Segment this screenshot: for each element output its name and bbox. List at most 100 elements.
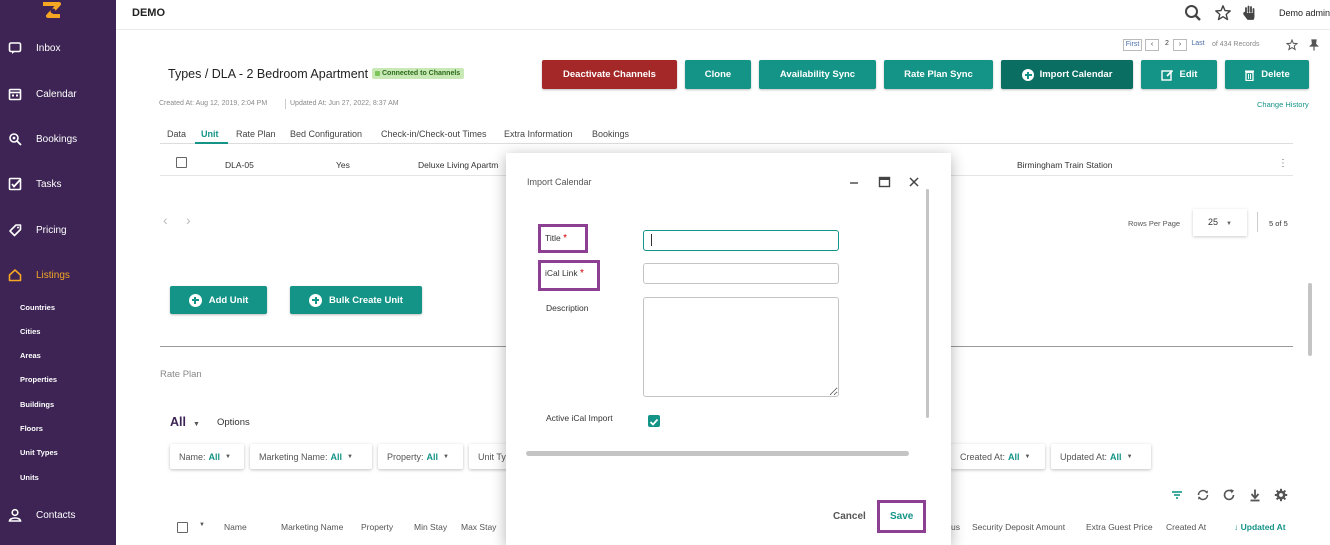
sidebar-sub-units[interactable]: Units bbox=[20, 473, 39, 482]
filter-icon[interactable] bbox=[1170, 488, 1184, 502]
unit-flag: Yes bbox=[336, 160, 350, 170]
cancel-button[interactable]: Cancel bbox=[833, 511, 866, 522]
sidebar: Inbox Calendar Bookings Tasks Pricing Li… bbox=[0, 0, 116, 545]
sidebar-item-tasks[interactable]: Tasks bbox=[0, 173, 116, 195]
sidebar-item-calendar[interactable]: Calendar bbox=[0, 83, 116, 105]
pager-first[interactable]: First bbox=[1123, 39, 1142, 51]
settings-gear-icon[interactable] bbox=[1274, 488, 1288, 502]
active-ical-import-checkbox[interactable] bbox=[648, 415, 660, 427]
column-header-min-stay[interactable]: Min Stay bbox=[414, 522, 447, 532]
tab-bookings[interactable]: Bookings bbox=[592, 129, 629, 139]
sidebar-item-inbox[interactable]: Inbox bbox=[0, 37, 116, 59]
description-textarea[interactable] bbox=[643, 297, 839, 397]
hand-icon[interactable] bbox=[1241, 4, 1259, 22]
save-button[interactable]: Save bbox=[890, 511, 913, 522]
active-tab-underline bbox=[195, 142, 228, 144]
button-label: Add Unit bbox=[208, 294, 249, 306]
pin-icon[interactable] bbox=[1309, 39, 1319, 51]
star-icon[interactable] bbox=[1214, 4, 1232, 22]
options-button[interactable]: Options bbox=[217, 417, 250, 428]
tab-check-in-out-times[interactable]: Check-in/Check-out Times bbox=[381, 129, 487, 139]
tab-bed-configuration[interactable]: Bed Configuration bbox=[290, 129, 362, 139]
clone-button[interactable]: Clone bbox=[685, 60, 751, 89]
availability-sync-button[interactable]: Availability Sync bbox=[759, 60, 876, 89]
tab-unit[interactable]: Unit bbox=[201, 129, 219, 139]
pager-last[interactable]: Last bbox=[1189, 39, 1207, 51]
favorite-star-icon[interactable] bbox=[1286, 39, 1298, 51]
caret-down-icon: ▼ bbox=[443, 453, 449, 460]
column-header-created-at[interactable]: Created At bbox=[1166, 522, 1206, 532]
row-more-icon[interactable]: ⋮ bbox=[1278, 158, 1288, 169]
bulk-create-unit-button[interactable]: Bulk Create Unit bbox=[290, 286, 422, 314]
button-label: Delete bbox=[1261, 69, 1290, 80]
search-icon[interactable] bbox=[1184, 4, 1202, 22]
checkmark-icon bbox=[649, 418, 659, 426]
list-prev-icon[interactable]: ‹ bbox=[163, 212, 168, 228]
sidebar-sub-cities[interactable]: Cities bbox=[20, 327, 40, 336]
pager-page: 2 bbox=[1162, 39, 1172, 51]
sidebar-sub-areas[interactable]: Areas bbox=[20, 351, 41, 360]
column-header-marketing-name[interactable]: Marketing Name bbox=[281, 522, 343, 532]
row-checkbox[interactable] bbox=[176, 157, 187, 168]
tab-data[interactable]: Data bbox=[167, 129, 186, 139]
minimize-icon[interactable] bbox=[848, 176, 860, 188]
edit-button[interactable]: Edit bbox=[1141, 60, 1217, 89]
ical-link-input[interactable] bbox=[643, 263, 839, 284]
dialog-horizontal-scrollbar[interactable] bbox=[526, 451, 909, 456]
delete-button[interactable]: Delete bbox=[1225, 60, 1309, 89]
view-all-select[interactable]: All ▼ bbox=[170, 415, 200, 429]
filter-name[interactable]: Name: All ▼ bbox=[170, 444, 244, 469]
sidebar-sub-properties[interactable]: Properties bbox=[20, 375, 57, 384]
rate-plan-sync-button[interactable]: Rate Plan Sync bbox=[884, 60, 993, 89]
sidebar-item-label: Pricing bbox=[36, 224, 67, 236]
list-next-icon[interactable]: › bbox=[186, 212, 191, 228]
sidebar-item-contacts[interactable]: Contacts bbox=[0, 504, 116, 526]
filter-marketing-name[interactable]: Marketing Name: All ▼ bbox=[250, 444, 372, 469]
created-at-text: Created At: Aug 12, 2019, 2:04 PM bbox=[159, 100, 268, 107]
column-header-security-deposit[interactable]: Security Deposit Amount bbox=[972, 522, 1065, 532]
change-history-link[interactable]: Change History bbox=[1257, 100, 1309, 109]
rows-per-page-select[interactable]: 25 ▼ bbox=[1193, 209, 1247, 236]
tab-rate-plan[interactable]: Rate Plan bbox=[236, 129, 276, 139]
column-header-updated-at[interactable]: ↓ Updated At bbox=[1234, 522, 1286, 532]
add-unit-button[interactable]: Add Unit bbox=[170, 286, 267, 314]
deactivate-channels-button[interactable]: Deactivate Channels bbox=[542, 60, 677, 89]
select-all-checkbox[interactable] bbox=[177, 522, 188, 533]
pager-prev-icon[interactable]: ‹ bbox=[1145, 39, 1159, 51]
tab-extra-information[interactable]: Extra Information bbox=[504, 129, 573, 139]
user-menu[interactable]: Demo admin bbox=[1279, 8, 1330, 18]
column-header-extra-guest-price[interactable]: Extra Guest Price bbox=[1086, 522, 1153, 532]
sidebar-sub-buildings[interactable]: Buildings bbox=[20, 400, 54, 409]
import-calendar-button[interactable]: Import Calendar bbox=[1001, 60, 1133, 89]
refresh-icon[interactable] bbox=[1222, 488, 1236, 502]
pager-next-icon[interactable]: › bbox=[1173, 39, 1187, 51]
sidebar-item-pricing[interactable]: Pricing bbox=[0, 219, 116, 241]
unit-name: Deluxe Living Apartm bbox=[418, 160, 499, 170]
close-icon[interactable] bbox=[908, 176, 920, 188]
filter-value: All bbox=[1110, 451, 1122, 462]
filter-created-at[interactable]: Created At: All ▼ bbox=[951, 444, 1045, 469]
filter-label: Created At: bbox=[960, 451, 1006, 462]
sidebar-item-bookings[interactable]: Bookings bbox=[0, 128, 116, 150]
button-label: Rate Plan Sync bbox=[904, 69, 973, 80]
sidebar-sub-unit-types[interactable]: Unit Types bbox=[20, 448, 58, 457]
sync-icon[interactable] bbox=[1196, 488, 1210, 502]
column-header-max-stay[interactable]: Max Stay bbox=[461, 522, 496, 532]
dialog-vertical-scrollbar[interactable] bbox=[926, 189, 929, 418]
title-input[interactable] bbox=[643, 230, 839, 251]
app-logo-icon[interactable] bbox=[41, 1, 63, 21]
download-icon[interactable] bbox=[1248, 488, 1262, 502]
filter-updated-at[interactable]: Updated At: All ▼ bbox=[1051, 444, 1151, 469]
maximize-icon[interactable] bbox=[878, 176, 891, 188]
filter-property[interactable]: Property: All ▼ bbox=[378, 444, 463, 469]
chevron-down-icon: ▼ bbox=[192, 421, 200, 428]
column-header-name[interactable]: Name bbox=[224, 522, 247, 532]
select-menu-caret-icon[interactable]: ▼ bbox=[199, 522, 205, 528]
sidebar-sub-countries[interactable]: Countries bbox=[20, 303, 55, 312]
bookings-icon bbox=[9, 133, 22, 146]
sidebar-item-listings[interactable]: Listings bbox=[0, 264, 116, 286]
column-header-status[interactable]: us bbox=[951, 522, 960, 532]
sidebar-sub-floors[interactable]: Floors bbox=[20, 424, 43, 433]
column-header-property[interactable]: Property bbox=[361, 522, 393, 532]
page-scrollbar-thumb[interactable] bbox=[1308, 283, 1312, 356]
